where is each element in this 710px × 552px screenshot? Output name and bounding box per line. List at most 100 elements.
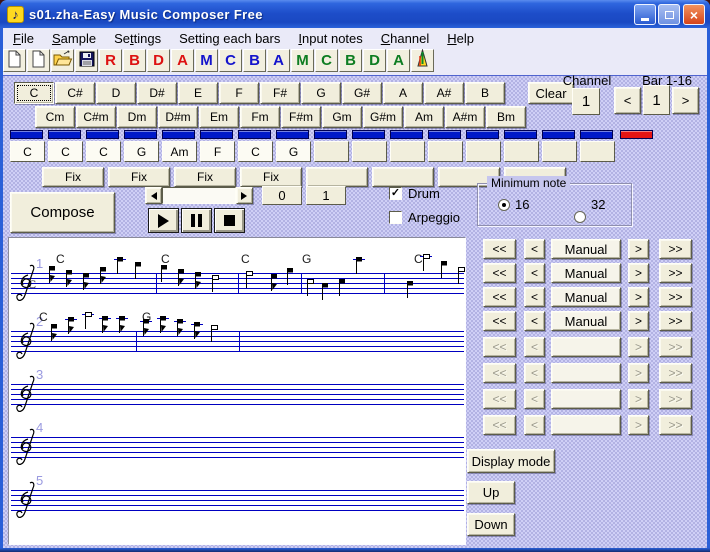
track-button-1414cc-b[interactable]: B <box>243 49 266 72</box>
track-button-1414cc-c[interactable]: C <box>219 49 242 72</box>
rewind-fast-button-row3[interactable]: << <box>483 287 516 307</box>
bar-chord-cell-13[interactable] <box>466 141 501 162</box>
blank-file-button[interactable] <box>27 49 50 72</box>
chord-button-f-m[interactable]: F#m <box>281 106 321 128</box>
bar-chord-cell-10[interactable] <box>352 141 387 162</box>
fix-button-4[interactable]: Fix <box>240 167 302 187</box>
menu-setting-each-bars[interactable]: Setting each bars <box>170 29 289 48</box>
minimum-note-16-radio[interactable] <box>498 199 510 211</box>
bar-chord-cell-2[interactable]: C <box>48 141 83 162</box>
play-button[interactable] <box>148 208 179 233</box>
bar-indicator-current[interactable] <box>620 130 653 139</box>
fix-button-3[interactable]: Fix <box>174 167 236 187</box>
bar-indicator-15[interactable] <box>542 130 575 139</box>
track-button-dd1111-d[interactable]: D <box>147 49 170 72</box>
bar-indicator-7[interactable] <box>238 130 271 139</box>
rewind-button-row1[interactable]: < <box>524 239 545 259</box>
forward-button-row2[interactable]: > <box>628 263 649 283</box>
arpeggio-checkbox[interactable] <box>389 211 402 224</box>
manual-button-row4[interactable]: Manual <box>551 311 621 331</box>
bar-chord-cell-7[interactable]: C <box>238 141 273 162</box>
bar-indicator-2[interactable] <box>48 130 81 139</box>
chord-button-g[interactable]: G# <box>342 82 382 104</box>
track-button-0e7d22-c[interactable]: C <box>315 49 338 72</box>
save-floppy-button[interactable] <box>75 49 98 72</box>
chord-button-a-m[interactable]: A#m <box>445 106 485 128</box>
chord-button-b[interactable]: B <box>465 82 505 104</box>
fix-button-1[interactable]: Fix <box>42 167 104 187</box>
forward-fast-button-row1[interactable]: >> <box>659 239 692 259</box>
chord-button-a[interactable]: A <box>383 82 423 104</box>
track-button-dd1111-b[interactable]: B <box>123 49 146 72</box>
pause-button[interactable] <box>181 208 212 233</box>
bar-indicator-4[interactable] <box>124 130 157 139</box>
track-button-1414cc-a[interactable]: A <box>267 49 290 72</box>
chord-button-cm[interactable]: Cm <box>35 106 75 128</box>
track-button-0e7d22-a[interactable]: A <box>387 49 410 72</box>
bar-indicator-11[interactable] <box>390 130 423 139</box>
new-file-button[interactable] <box>3 49 26 72</box>
bar-chord-cell-14[interactable] <box>504 141 539 162</box>
score-panel[interactable]: 1CCCCGC2CG345 <box>8 237 466 545</box>
chord-button-am[interactable]: Am <box>404 106 444 128</box>
forward-fast-button-row2[interactable]: >> <box>659 263 692 283</box>
chord-button-f[interactable]: F# <box>260 82 300 104</box>
track-button-dd1111-r[interactable]: R <box>99 49 122 72</box>
bar-chord-cell-16[interactable] <box>580 141 615 162</box>
chord-button-d[interactable]: D# <box>137 82 177 104</box>
down-button[interactable]: Down <box>467 513 515 536</box>
chord-button-em[interactable]: Em <box>199 106 239 128</box>
forward-button-row3[interactable]: > <box>628 287 649 307</box>
fix-button-2[interactable]: Fix <box>108 167 170 187</box>
rewind-fast-button-row1[interactable]: << <box>483 239 516 259</box>
chord-button-a[interactable]: A# <box>424 82 464 104</box>
forward-fast-button-row4[interactable]: >> <box>659 311 692 331</box>
bar-chord-cell-9[interactable] <box>314 141 349 162</box>
menu-sample[interactable]: Sample <box>43 29 105 48</box>
rewind-button-row2[interactable]: < <box>524 263 545 283</box>
chord-button-fm[interactable]: Fm <box>240 106 280 128</box>
track-button-dd1111-a[interactable]: A <box>171 49 194 72</box>
chord-button-bm[interactable]: Bm <box>486 106 526 128</box>
display-mode-button[interactable]: Display mode <box>467 449 555 473</box>
rewind-fast-button-row2[interactable]: << <box>483 263 516 283</box>
forward-button-row1[interactable]: > <box>628 239 649 259</box>
bar-chord-cell-15[interactable] <box>542 141 577 162</box>
bar-chord-cell-5[interactable]: Am <box>162 141 197 162</box>
minimize-button[interactable] <box>634 4 656 25</box>
chord-button-c-m[interactable]: C#m <box>76 106 116 128</box>
up-button[interactable]: Up <box>467 481 515 504</box>
chord-button-dm[interactable]: Dm <box>117 106 157 128</box>
track-button-0e7d22-d[interactable]: D <box>363 49 386 72</box>
chord-button-f[interactable]: F <box>219 82 259 104</box>
bar-indicator-16[interactable] <box>580 130 613 139</box>
drum-checkbox[interactable]: ✓ <box>389 187 402 200</box>
manual-button-row2[interactable]: Manual <box>551 263 621 283</box>
bar-indicator-9[interactable] <box>314 130 347 139</box>
bar-chord-cell-6[interactable]: F <box>200 141 235 162</box>
open-folder-button[interactable] <box>51 49 74 72</box>
track-button-0e7d22-b[interactable]: B <box>339 49 362 72</box>
menu-help[interactable]: Help <box>438 29 483 48</box>
maximize-button[interactable] <box>658 4 680 25</box>
bar-indicator-14[interactable] <box>504 130 537 139</box>
bar-indicator-13[interactable] <box>466 130 499 139</box>
menu-file[interactable]: File <box>4 29 43 48</box>
scrollbar-right-button[interactable] <box>236 187 253 204</box>
track-button-1414cc-m[interactable]: M <box>195 49 218 72</box>
minimum-note-32-radio[interactable] <box>574 211 586 223</box>
bar-prev-button[interactable]: < <box>614 87 641 114</box>
bar-chord-cell-11[interactable] <box>390 141 425 162</box>
metronome-button[interactable] <box>411 49 434 72</box>
bar-chord-cell-4[interactable]: G <box>124 141 159 162</box>
manual-button-row3[interactable]: Manual <box>551 287 621 307</box>
rewind-fast-button-row4[interactable]: << <box>483 311 516 331</box>
chord-button-c[interactable]: C <box>14 82 54 104</box>
rewind-button-row4[interactable]: < <box>524 311 545 331</box>
menu-channel[interactable]: Channel <box>372 29 438 48</box>
menu-settings[interactable]: Settings <box>105 29 170 48</box>
chord-button-d-m[interactable]: D#m <box>158 106 198 128</box>
forward-fast-button-row3[interactable]: >> <box>659 287 692 307</box>
chord-button-gm[interactable]: Gm <box>322 106 362 128</box>
chord-button-g-m[interactable]: G#m <box>363 106 403 128</box>
